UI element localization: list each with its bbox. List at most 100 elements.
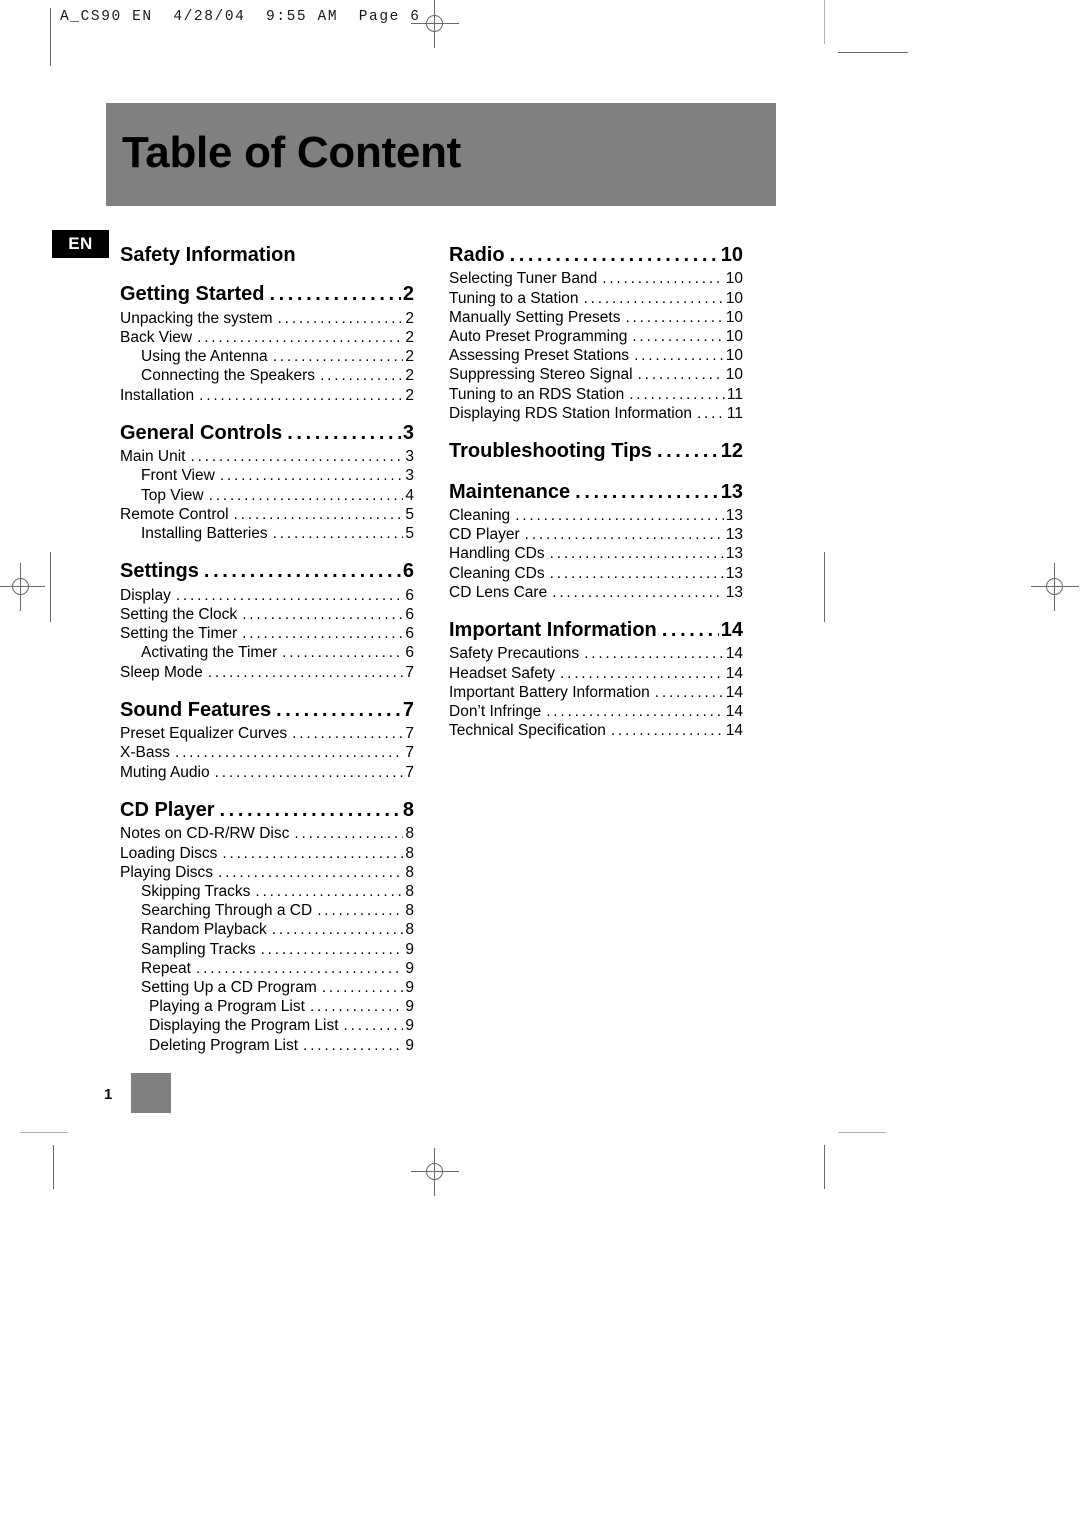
toc-entry-page-number: 14 [725,722,743,740]
toc-entry[interactable]: Loading Discs...........................… [120,844,414,863]
toc-entry-label: Setting the Clock [120,605,238,623]
toc-entry[interactable]: Remote Control..........................… [120,505,414,524]
toc-entry[interactable]: Tuning to an RDS Station................… [449,385,743,404]
toc-entry[interactable]: Cleaning................................… [449,506,743,525]
toc-entry-label: Setting the Timer [120,625,238,643]
toc-entry[interactable]: Manually Setting Presets................… [449,308,743,327]
toc-entry[interactable]: Notes on CD-R/RW Disc...................… [120,824,414,843]
crop-mark-bottom-right-horizontal [838,1132,886,1133]
toc-entry-label: Playing a Program List [149,998,305,1016]
toc-dot-leader: ........................................… [321,979,404,997]
toc-entry-page-number: 2 [405,329,414,346]
toc-entry-label: Manually Setting Presets [449,308,621,326]
toc-entry[interactable]: Sleep Mode..............................… [120,663,414,682]
toc-dot-leader: ........................................… [276,698,401,721]
toc-entry[interactable]: Displaying RDS Station Information......… [449,404,743,423]
toc-entry[interactable]: Searching Through a CD..................… [120,901,414,920]
toc-entry[interactable]: Sound Features..........................… [120,698,414,722]
toc-entry-page-number: 3 [405,467,414,485]
toc-entry[interactable]: Radio...................................… [449,243,743,267]
toc-entry-label: Top View [141,486,204,504]
toc-entry[interactable]: Back View...............................… [120,328,414,347]
toc-entry[interactable]: Safety Precautions......................… [449,644,743,663]
toc-entry-page-number: 2 [405,348,414,366]
footer-page-number: 1 [104,1086,113,1103]
toc-entry-page-number: 6 [405,605,414,623]
toc-entry-label: Selecting Tuner Band [449,270,598,288]
toc-entry-label: Muting Audio [120,763,210,781]
toc-entry-label: Installation [120,386,195,404]
toc-entry-page-number: 10 [725,270,743,288]
toc-entry[interactable]: Skipping Tracks.........................… [120,882,414,901]
toc-entry-label: Important Information [449,619,657,642]
toc-entry[interactable]: CD Lens Care............................… [449,583,743,602]
toc-entry[interactable]: Main Unit...............................… [120,447,414,466]
toc-entry[interactable]: Settings................................… [120,559,414,583]
toc-entry[interactable]: Troubleshooting Tips....................… [449,439,743,463]
toc-entry[interactable]: Cleaning CDs............................… [449,564,743,583]
toc-entry[interactable]: Suppressing Stereo Signal...............… [449,365,743,384]
toc-entry-page-number: 9 [405,959,414,977]
toc-entry[interactable]: Random Playback.........................… [120,920,414,939]
toc-entry[interactable]: Headset Safety..........................… [449,664,743,683]
toc-entry[interactable]: Setting Up a CD Program.................… [120,978,414,997]
toc-entry[interactable]: Getting Started.........................… [120,282,414,306]
toc-entry[interactable]: X-Bass..................................… [120,743,414,762]
toc-entry[interactable]: Installation............................… [120,386,414,405]
toc-entry[interactable]: Playing Discs...........................… [120,863,414,882]
toc-entry-page-number: 8 [405,882,414,900]
page-title: Table of Content [122,128,462,177]
toc-entry-label: CD Lens Care [449,583,548,601]
toc-entry[interactable]: Top View................................… [120,486,414,505]
toc-entry-page-number: 11 [726,385,743,403]
toc-entry[interactable]: CD Player...............................… [120,798,414,822]
toc-entry-page-number: 5 [405,505,414,523]
toc-entry[interactable]: Installing Batteries....................… [120,524,414,543]
toc-entry-page-number: 8 [405,863,414,881]
toc-entry-label: Random Playback [141,921,267,939]
crop-mark-top-left-vertical [50,8,51,66]
toc-entry-page-number: 10 [725,289,743,307]
toc-entry[interactable]: Activating the Timer....................… [120,643,414,662]
toc-entry[interactable]: Setting the Clock.......................… [120,605,414,624]
toc-entry[interactable]: Auto Preset Programming.................… [449,327,743,346]
toc-entry[interactable]: Preset Equalizer Curves.................… [120,724,414,743]
toc-entry-page-number: 10 [720,244,743,266]
toc-entry[interactable]: Connecting the Speakers.................… [120,366,414,385]
toc-dot-leader: ........................................… [277,309,404,327]
toc-entry[interactable]: Unpacking the system....................… [120,309,414,328]
toc-entry-page-number: 6 [405,644,414,662]
toc-entry[interactable]: Setting the Timer.......................… [120,624,414,643]
toc-entry[interactable]: Playing a Program List..................… [120,997,414,1016]
toc-entry[interactable]: Important Battery Information...........… [449,683,743,702]
toc-dot-leader: ........................................… [343,1017,404,1035]
toc-entry[interactable]: Deleting Program List...................… [120,1036,414,1055]
toc-entry[interactable]: Safety Information......................… [120,243,414,267]
toc-entry[interactable]: Technical Specification.................… [449,721,743,740]
toc-entry[interactable]: Important Information...................… [449,618,743,642]
toc-entry[interactable]: CD Player...............................… [449,525,743,544]
toc-entry[interactable]: Displaying the Program List.............… [120,1016,414,1035]
toc-entry[interactable]: General Controls........................… [120,421,414,445]
toc-dot-leader: ........................................… [629,385,725,403]
toc-entry[interactable]: Don’t Infringe..........................… [449,702,743,721]
toc-entry[interactable]: Tuning to a Station.....................… [449,289,743,308]
toc-dot-leader: ........................................… [294,825,403,843]
toc-entry[interactable]: Assessing Preset Stations...............… [449,346,743,365]
toc-entry-label: Sleep Mode [120,663,203,681]
toc-dot-leader: ........................................… [207,663,404,681]
toc-entry[interactable]: Maintenance.............................… [449,480,743,504]
toc-entry[interactable]: Muting Audio............................… [120,763,414,782]
toc-entry[interactable]: Repeat..................................… [120,959,414,978]
toc-entry[interactable]: Display.................................… [120,586,414,605]
toc-entry[interactable]: Sampling Tracks.........................… [120,940,414,959]
trim-line-right [824,552,825,622]
toc-dot-leader: ........................................… [634,347,724,365]
toc-entry[interactable]: Handling CDs............................… [449,544,743,563]
toc-entry-label: Suppressing Stereo Signal [449,366,633,384]
toc-entry[interactable]: Front View..............................… [120,466,414,485]
toc-entry[interactable]: Selecting Tuner Band....................… [449,269,743,288]
toc-dot-leader: ........................................… [222,844,403,862]
registration-mark-top-center [411,0,459,48]
toc-entry[interactable]: Using the Antenna.......................… [120,347,414,366]
